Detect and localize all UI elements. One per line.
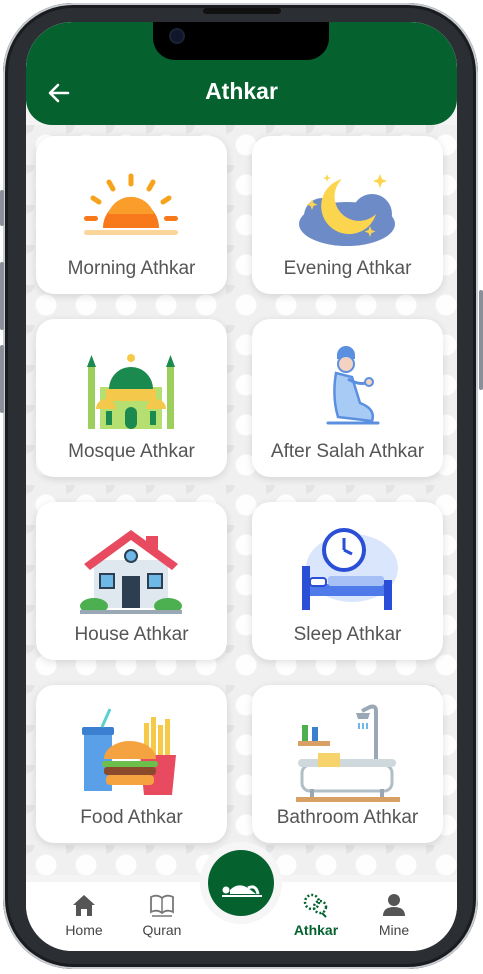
card-mosque-athkar[interactable]: Mosque Athkar — [36, 319, 227, 477]
card-label: Bathroom Athkar — [276, 807, 419, 828]
nav-label: Mine — [378, 922, 410, 938]
side-button — [0, 262, 4, 330]
fast-food-icon — [82, 708, 176, 795]
page-title: Athkar — [205, 78, 278, 104]
card-sleep-athkar[interactable]: Sleep Athkar — [252, 502, 443, 660]
nav-quran[interactable]: Quran — [132, 892, 192, 938]
card-label: House Athkar — [74, 624, 189, 645]
house-icon — [80, 530, 182, 614]
card-label: After Salah Athkar — [270, 441, 425, 462]
app-screen: Athkar Morning Athkar Evening Athkar Mos… — [26, 22, 457, 951]
camera-icon — [171, 30, 183, 42]
card-evening-athkar[interactable]: Evening Athkar — [252, 136, 443, 294]
card-label: Mosque Athkar — [68, 441, 195, 462]
bathtub-icon — [296, 704, 400, 802]
nav-mine[interactable]: Mine — [364, 892, 424, 938]
home-icon — [73, 895, 95, 916]
prayer-fab-button[interactable] — [208, 850, 274, 916]
nav-athkar[interactable]: Athkar — [286, 892, 346, 938]
side-button — [0, 190, 4, 226]
nav-label: Quran — [142, 922, 182, 938]
card-label: Evening Athkar — [283, 258, 412, 279]
card-after-salah-athkar[interactable]: After Salah Athkar — [252, 319, 443, 477]
side-button — [0, 345, 4, 413]
user-icon — [383, 894, 405, 916]
quran-book-icon — [150, 894, 174, 917]
prostration-icon — [222, 885, 262, 897]
card-label: Sleep Athkar — [293, 624, 402, 645]
sunrise-icon — [84, 173, 178, 235]
mosque-icon — [87, 354, 175, 429]
card-label: Food Athkar — [80, 807, 183, 828]
side-button — [479, 290, 483, 390]
card-bathroom-athkar[interactable]: Bathroom Athkar — [252, 685, 443, 843]
nav-label: Athkar — [293, 922, 339, 938]
nav-home[interactable]: Home — [54, 892, 114, 938]
praying-person-icon — [326, 346, 380, 425]
nav-label: Home — [65, 922, 103, 938]
moon-cloud-icon — [299, 174, 395, 246]
phone-speaker — [203, 8, 281, 14]
card-food-athkar[interactable]: Food Athkar — [36, 685, 227, 843]
bed-clock-icon — [302, 528, 398, 610]
card-morning-athkar[interactable]: Morning Athkar — [36, 136, 227, 294]
prayer-beads-icon — [303, 893, 328, 918]
card-label: Morning Athkar — [67, 258, 196, 279]
card-house-athkar[interactable]: House Athkar — [36, 502, 227, 660]
